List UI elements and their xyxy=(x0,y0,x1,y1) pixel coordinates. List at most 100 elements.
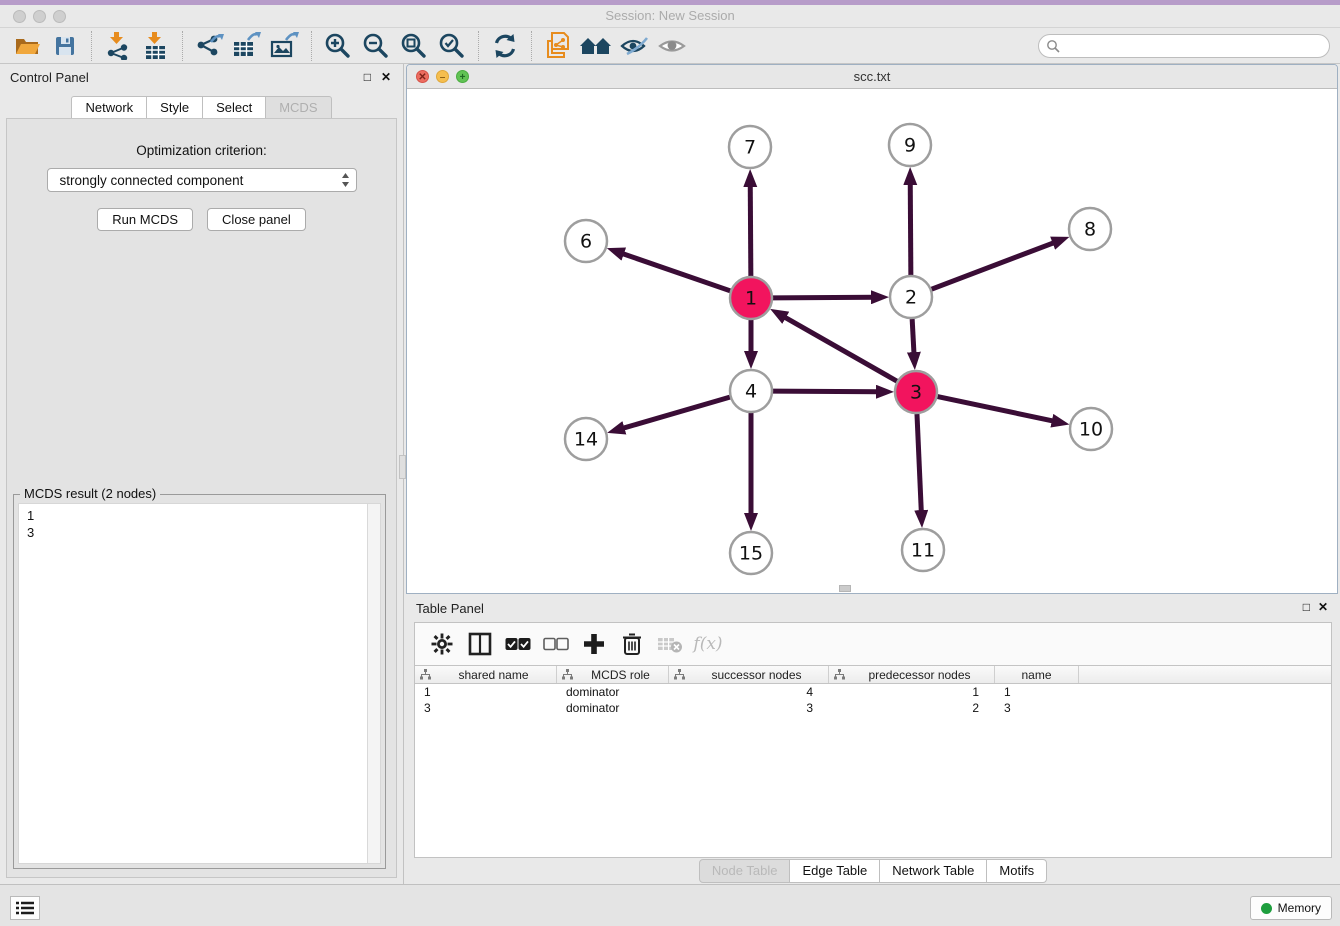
zoom-in-button[interactable] xyxy=(319,30,357,62)
network-canvas[interactable]: 7968124314101511 xyxy=(407,89,1337,593)
tab-motifs[interactable]: Motifs xyxy=(987,859,1047,883)
app-titlebar: Session: New Session xyxy=(0,5,1340,28)
edge-2-3[interactable] xyxy=(912,319,914,356)
node-label-7: 7 xyxy=(744,137,756,159)
edge-4-3[interactable] xyxy=(773,391,880,392)
task-history-button[interactable] xyxy=(10,896,40,920)
zoom-out-icon xyxy=(362,32,390,60)
export-table-button[interactable] xyxy=(228,30,266,62)
float-panel-icon[interactable]: □ xyxy=(364,70,371,84)
result-line: 3 xyxy=(27,524,380,541)
network-view-window: ✕ – + scc.txt 7968124314101511 xyxy=(406,64,1338,594)
node-label-1: 1 xyxy=(745,288,757,310)
cell-shared-name: 1 xyxy=(415,684,557,700)
tab-select[interactable]: Select xyxy=(203,96,266,119)
memory-label: Memory xyxy=(1278,901,1321,915)
column-header-name[interactable]: name xyxy=(995,666,1079,683)
column-header-shared-name[interactable]: shared name xyxy=(415,666,557,683)
tab-style[interactable]: Style xyxy=(147,96,203,119)
edge-2-9[interactable] xyxy=(910,181,911,275)
tab-network-table[interactable]: Network Table xyxy=(880,859,987,883)
function-builder-button[interactable]: f(x) xyxy=(691,628,725,660)
duplicate-network-button[interactable] xyxy=(539,30,577,62)
import-network-button[interactable] xyxy=(99,30,137,62)
column-header-mcds-role[interactable]: MCDS role xyxy=(557,666,669,683)
cell-predecessor-nodes: 2 xyxy=(829,700,995,716)
memory-button[interactable]: Memory xyxy=(1250,896,1332,920)
tab-network[interactable]: Network xyxy=(71,96,147,119)
column-type-icon xyxy=(420,669,431,680)
tab-mcds[interactable]: MCDS xyxy=(266,96,331,119)
pane-divider-grip[interactable] xyxy=(399,455,406,479)
node-label-11: 11 xyxy=(911,540,935,562)
table-row-1[interactable]: 3dominator323 xyxy=(415,700,1331,716)
close-panel-button[interactable]: Close panel xyxy=(207,208,306,231)
control-panel-tabs: NetworkStyleSelectMCDS xyxy=(0,96,403,119)
table-body[interactable]: 1dominator4113dominator323 xyxy=(415,684,1331,716)
edge-3-1[interactable] xyxy=(782,316,897,381)
zoom-out-button[interactable] xyxy=(357,30,395,62)
tab-node-table[interactable]: Node Table xyxy=(699,859,791,883)
mcds-result-list[interactable]: 13 xyxy=(18,503,381,864)
hide-all-columns-button[interactable] xyxy=(539,628,573,660)
export-network-button[interactable] xyxy=(190,30,228,62)
refresh-layout-button[interactable] xyxy=(486,30,524,62)
network-window-titlebar[interactable]: ✕ – + scc.txt xyxy=(407,65,1337,89)
delete-table-button[interactable] xyxy=(653,628,687,660)
column-header-predecessor-nodes[interactable]: predecessor nodes xyxy=(829,666,995,683)
search-input[interactable] xyxy=(1064,39,1329,53)
dropdown-stepper-icon xyxy=(341,172,350,188)
network-overview-button[interactable] xyxy=(577,30,615,62)
close-table-panel-icon[interactable]: ✕ xyxy=(1318,600,1328,614)
result-scrollbar[interactable] xyxy=(367,504,380,863)
edge-1-2[interactable] xyxy=(773,297,875,298)
criterion-dropdown[interactable]: strongly connected component xyxy=(47,168,357,192)
run-mcds-button[interactable]: Run MCDS xyxy=(97,208,193,231)
cell-successor-nodes: 3 xyxy=(669,700,829,716)
zoom-fit-button[interactable] xyxy=(395,30,433,62)
search-box[interactable] xyxy=(1038,34,1330,58)
edge-4-14[interactable] xyxy=(621,397,730,429)
toolbar-separator xyxy=(91,31,92,61)
toolbar-separator xyxy=(182,31,183,61)
create-column-button[interactable] xyxy=(577,628,611,660)
hide-graphics-button[interactable] xyxy=(615,30,653,62)
show-all-columns-button[interactable] xyxy=(501,628,535,660)
show-graphics-button[interactable] xyxy=(653,30,691,62)
gear-icon xyxy=(431,633,453,655)
column-type-icon xyxy=(674,669,685,680)
table-settings-button[interactable] xyxy=(425,628,459,660)
split-table-view-button[interactable] xyxy=(463,628,497,660)
cell-mcds-role: dominator xyxy=(557,684,669,700)
export-image-button[interactable] xyxy=(266,30,304,62)
save-session-button[interactable] xyxy=(46,30,84,62)
import-table-icon xyxy=(143,32,169,60)
eye-icon xyxy=(657,34,687,58)
mcds-result-title: MCDS result (2 nodes) xyxy=(20,486,160,501)
table-tabs: Node TableEdge TableNetwork TableMotifs xyxy=(406,859,1340,882)
import-table-button[interactable] xyxy=(137,30,175,62)
zoom-in-icon xyxy=(324,32,352,60)
edge-1-7[interactable] xyxy=(750,183,751,276)
close-panel-icon[interactable]: ✕ xyxy=(381,70,391,84)
export-table-icon xyxy=(232,32,262,60)
edge-2-8[interactable] xyxy=(932,242,1057,289)
edge-3-10[interactable] xyxy=(938,397,1056,422)
open-session-button[interactable] xyxy=(8,30,46,62)
edge-3-11[interactable] xyxy=(917,414,921,514)
mcds-result-box: MCDS result (2 nodes) 13 xyxy=(13,494,386,869)
column-label: MCDS role xyxy=(573,668,668,682)
control-panel: Control Panel □ ✕ NetworkStyleSelectMCDS… xyxy=(0,64,404,884)
mcds-tab-content: Optimization criterion: strongly connect… xyxy=(6,118,397,878)
graph-edges xyxy=(620,181,1056,517)
network-hscroll-thumb[interactable] xyxy=(839,585,851,592)
table-row-0[interactable]: 1dominator411 xyxy=(415,684,1331,700)
delete-column-button[interactable] xyxy=(615,628,649,660)
edge-1-6[interactable] xyxy=(620,253,730,291)
zoom-selected-button[interactable] xyxy=(433,30,471,62)
node-label-2: 2 xyxy=(905,287,917,309)
column-type-icon xyxy=(562,669,573,680)
float-table-panel-icon[interactable]: □ xyxy=(1303,600,1310,614)
tab-edge-table[interactable]: Edge Table xyxy=(790,859,880,883)
column-header-successor-nodes[interactable]: successor nodes xyxy=(669,666,829,683)
